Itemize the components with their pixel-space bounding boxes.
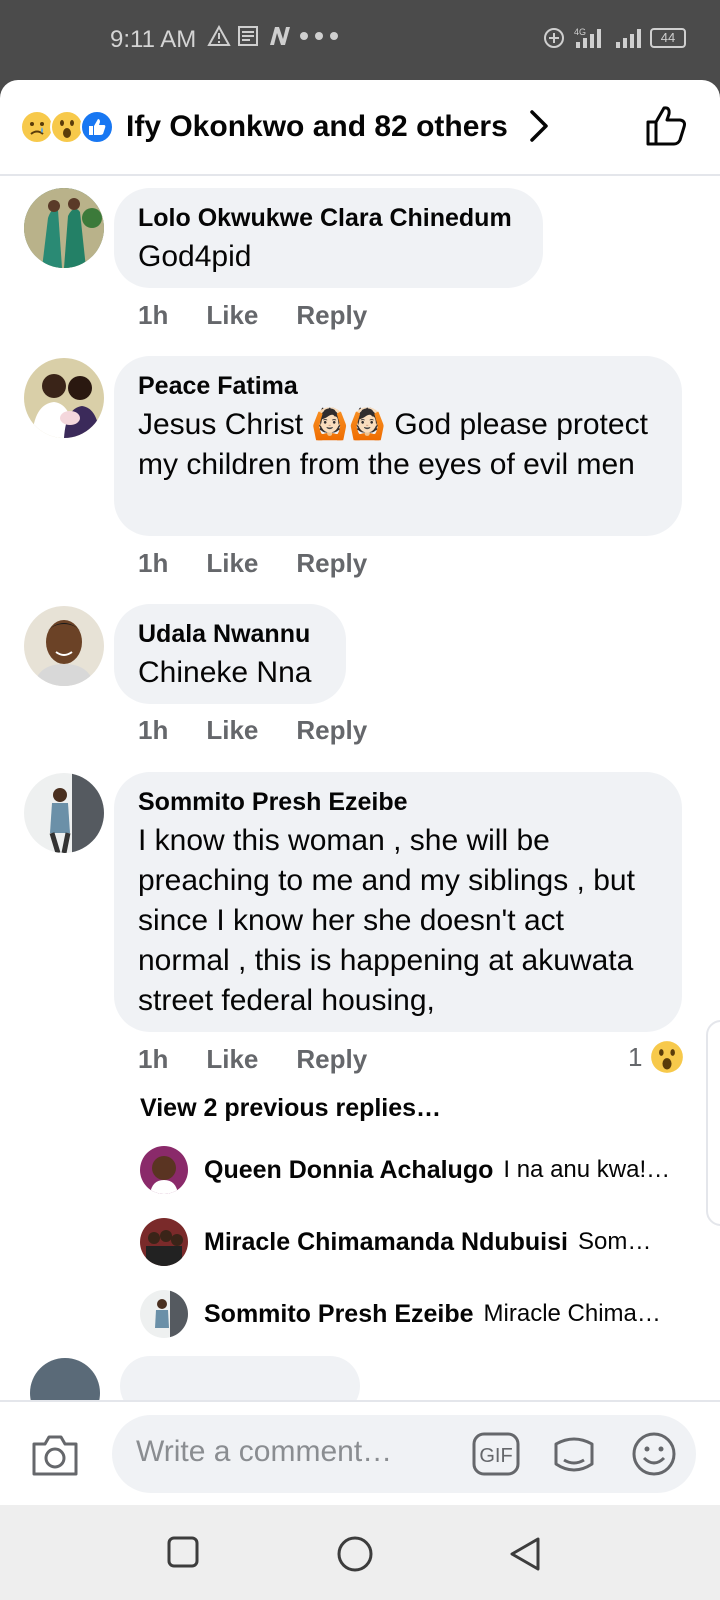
status-bar: 9:11 AM 4G 44 (0, 0, 720, 80)
comment-meta: 1h Like Reply (138, 548, 405, 579)
data-saver-icon (544, 28, 564, 48)
chevron-right-icon[interactable] (528, 108, 552, 144)
reply-item[interactable]: Queen Donnia Achalugo I na anu kwa!… (140, 1146, 700, 1194)
like-link[interactable]: Like (206, 715, 258, 746)
comment-text: God4pid (138, 240, 252, 273)
reply-link[interactable]: Reply (296, 548, 367, 579)
reply-author[interactable]: Queen Donnia Achalugo (204, 1156, 493, 1185)
reply-author[interactable]: Miracle Chimamanda Ndubuisi (204, 1228, 568, 1257)
signal-4g-icon: 4G (574, 27, 601, 48)
n-app-icon (270, 27, 290, 45)
comment-input[interactable]: Write a comment… GIF (112, 1415, 696, 1493)
side-panel-edge[interactable] (706, 1020, 720, 1226)
battery-indicator: 44 (650, 28, 686, 48)
reply-item[interactable]: Sommito Presh Ezeibe Miracle Chima… (140, 1290, 700, 1338)
more-notifications-icon (300, 32, 338, 40)
comment-author[interactable]: Peace Fatima (138, 372, 658, 401)
comment-bubble[interactable]: Sommito Presh Ezeibe I know this woman ,… (114, 772, 682, 1032)
comment-time: 1h (138, 300, 169, 330)
reaction-count-number: 1 (628, 1041, 643, 1072)
comment-text: I know this woman , she will be preachin… (138, 824, 635, 1017)
signal-icon (616, 29, 641, 48)
comment-author[interactable]: Sommito Presh Ezeibe (138, 788, 658, 817)
comment-meta: 1h Like Reply (138, 300, 405, 331)
avatar[interactable] (140, 1290, 188, 1338)
comment-meta: 1h Like Reply (138, 1044, 405, 1075)
home-icon[interactable] (336, 1535, 374, 1573)
avatar[interactable] (140, 1146, 188, 1194)
comment-text: Chineke Nna (138, 656, 312, 689)
comment-author[interactable]: Lolo Okwukwe Clara Chinedum (138, 204, 519, 233)
comments-sheet: Ify Okonkwo and 82 others Lolo Okwukwe C… (0, 80, 720, 1505)
reply-item[interactable]: Miracle Chimamanda Ndubuisi Som… (140, 1218, 700, 1266)
warning-icon (207, 25, 231, 46)
avatar[interactable] (24, 188, 104, 268)
comment-text: Jesus Christ 🙆🏻🙆🏻 God please protect my … (138, 408, 648, 481)
avatar[interactable] (24, 773, 104, 853)
sticker-icon[interactable] (550, 1430, 598, 1478)
reply-link[interactable]: Reply (296, 300, 367, 331)
comment-time: 1h (138, 715, 169, 745)
view-previous-replies[interactable]: View 2 previous replies… (140, 1094, 441, 1123)
status-notification-icons (207, 25, 339, 47)
recents-icon[interactable] (166, 1535, 200, 1569)
comment-time: 1h (138, 1044, 169, 1074)
back-icon[interactable] (508, 1535, 542, 1573)
gif-icon[interactable]: GIF (472, 1432, 520, 1476)
wow-emoji-icon (651, 1041, 684, 1073)
reaction-emojis (20, 110, 114, 144)
like-thumb-icon[interactable] (644, 104, 688, 148)
comment-bubble[interactable]: Lolo Okwukwe Clara Chinedum God4pid (114, 188, 543, 288)
reply-author[interactable]: Sommito Presh Ezeibe (204, 1300, 474, 1329)
camera-icon[interactable] (30, 1432, 80, 1478)
gif-label: GIF (479, 1445, 512, 1467)
status-time: 9:11 AM (110, 26, 197, 53)
svg-text:4G: 4G (574, 27, 586, 37)
comment-composer: Write a comment… GIF (0, 1400, 720, 1505)
reply-link[interactable]: Reply (296, 1044, 367, 1075)
reactions-summary[interactable]: Ify Okonkwo and 82 others (126, 110, 508, 144)
avatar[interactable] (24, 358, 104, 438)
comment-bubble[interactable]: Peace Fatima Jesus Christ 🙆🏻🙆🏻 God pleas… (114, 356, 682, 536)
comment-placeholder: Write a comment… (136, 1435, 393, 1468)
news-icon (238, 26, 258, 46)
reactions-header[interactable]: Ify Okonkwo and 82 others (0, 80, 720, 176)
like-emoji-icon (80, 110, 114, 144)
comment-time: 1h (138, 548, 169, 578)
comment-meta: 1h Like Reply (138, 715, 405, 746)
reply-link[interactable]: Reply (296, 715, 367, 746)
system-nav-bar (0, 1505, 720, 1600)
reply-text: Miracle Chima… (483, 1300, 661, 1327)
comment-author[interactable]: Udala Nwannu (138, 620, 322, 649)
sad-emoji-icon (20, 110, 54, 144)
avatar[interactable] (140, 1218, 188, 1266)
avatar[interactable] (24, 606, 104, 686)
like-link[interactable]: Like (206, 300, 258, 331)
comment-bubble[interactable]: Udala Nwannu Chineke Nna (114, 604, 346, 704)
wow-emoji-icon (50, 110, 84, 144)
reply-text: I na anu kwa!… (503, 1156, 671, 1183)
comment-reaction-count[interactable]: 1 (628, 1040, 684, 1074)
like-link[interactable]: Like (206, 548, 258, 579)
status-system-icons: 4G 44 (542, 26, 686, 50)
like-link[interactable]: Like (206, 1044, 258, 1075)
reply-text: Som… (577, 1228, 652, 1255)
emoji-icon[interactable] (630, 1430, 678, 1478)
